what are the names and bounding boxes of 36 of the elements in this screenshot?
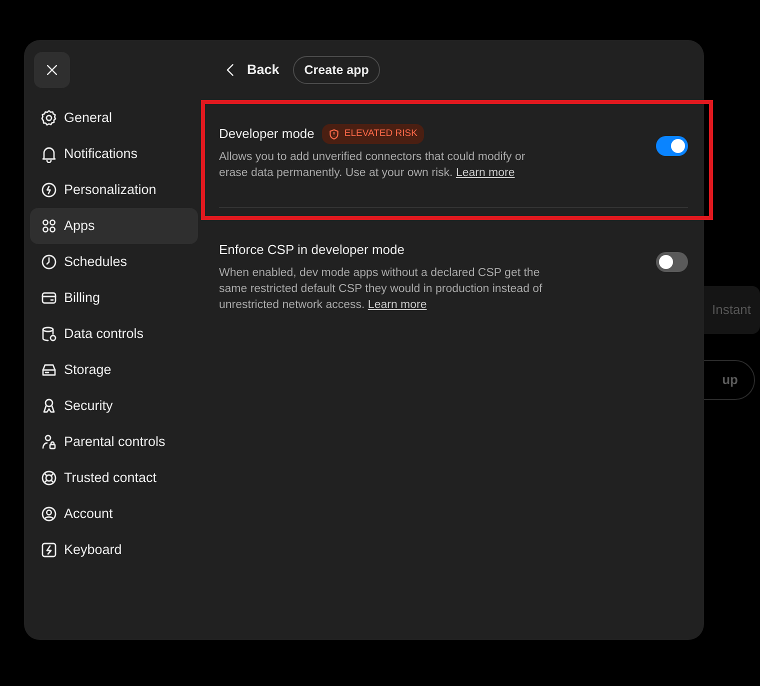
database-icon — [40, 325, 58, 343]
setting-description: Allows you to add unverified connectors that could modify or erase data permanently. Use at your own risk. Learn more — [219, 150, 526, 182]
apps-grid-icon — [40, 217, 58, 235]
sidebar-item[interactable]: Trusted contact — [30, 460, 198, 496]
close-button[interactable] — [34, 52, 70, 88]
sidebar-item[interactable]: Account — [30, 496, 198, 532]
shield-icon — [329, 128, 340, 140]
clock-icon — [40, 253, 58, 271]
setting-title: Enforce CSP in developer mode — [219, 241, 404, 260]
sidebar-item[interactable]: General — [30, 100, 198, 136]
parental-icon — [40, 433, 58, 451]
toggle-switch[interactable] — [656, 136, 688, 156]
user-circle-icon — [40, 505, 58, 523]
sidebar-item[interactable]: Personalization — [30, 172, 198, 208]
sidebar-item[interactable]: Storage — [30, 352, 198, 388]
back-button[interactable]: Back — [219, 60, 284, 80]
sidebar-item[interactable]: Security — [30, 388, 198, 424]
setting-description: When enabled, dev mode apps without a declared CSP get the same restricted default CSP they would in production instead of unrestricted network access. Learn more — [219, 266, 544, 313]
create-app-button[interactable]: Create app — [293, 56, 380, 84]
sidebar-item[interactable]: Billing — [30, 280, 198, 316]
close-icon — [44, 62, 60, 78]
sidebar-item[interactable]: Schedules — [30, 244, 198, 280]
sidebar-item[interactable]: Keyboard — [30, 532, 198, 568]
toggle-switch[interactable] — [656, 252, 688, 272]
bolt-icon — [40, 541, 58, 559]
setting-title: Developer mode — [219, 125, 314, 144]
lifebuoy-icon — [40, 469, 58, 487]
sidebar-item[interactable]: Data controls — [30, 316, 198, 352]
sidebar-item[interactable]: Apps — [30, 208, 198, 244]
bell-icon — [40, 145, 58, 163]
learn-more-link[interactable]: Learn more — [456, 167, 515, 180]
learn-more-link[interactable]: Learn more — [368, 298, 427, 311]
risk-badge: ELEVATED RISK — [322, 124, 424, 144]
gear-icon — [40, 109, 58, 127]
sidebar-item[interactable]: Notifications — [30, 136, 198, 172]
sidebar-item[interactable]: Parental controls — [30, 424, 198, 460]
